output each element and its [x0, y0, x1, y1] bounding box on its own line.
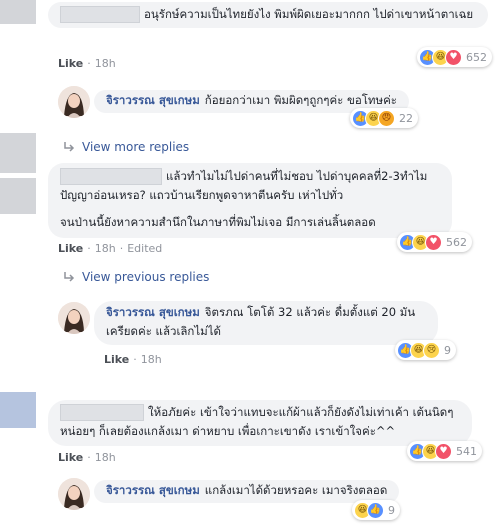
replier-avatar[interactable] [58, 478, 90, 510]
reply-arrow-icon [64, 272, 75, 282]
view-more-replies-link[interactable]: View more replies [62, 140, 189, 154]
replier-avatar[interactable] [58, 86, 90, 118]
commenter-avatar[interactable] [0, 0, 36, 24]
reply-text: ก้อยอกว่าเมา พิมผิดๆถูกๆค่ะ ขอโทษค่ะ [204, 93, 397, 107]
comment-meta: Like · 18h · Edited [58, 242, 163, 255]
comment-bubble: อนุรักษ์ความเป็นไทยยังไง พิมพ์ผิดเยอะมาก… [48, 2, 488, 28]
reaction-count: 9 [388, 503, 395, 517]
reaction-summary[interactable]: 👍 😆 ♥ 541 [407, 441, 482, 461]
comment-bubble: แล้วทำไมไม่ไปด่าคนที่ไม่ชอบ ไปด่าบุคคลที… [48, 163, 452, 238]
reaction-summary[interactable]: 👍 😆 😠 22 [350, 108, 418, 128]
replier-name[interactable]: จิราวรรณ สุขเกษม [106, 305, 200, 319]
timestamp[interactable]: 18h [95, 451, 116, 464]
replier-avatar[interactable] [58, 302, 90, 334]
redacted-name[interactable] [60, 404, 144, 421]
like-button[interactable]: Like [58, 57, 83, 70]
love-icon: ♥ [445, 48, 462, 66]
comment-meta: Like · 18h [58, 57, 116, 70]
reply-text: แกล้งเมาได้ด้วยหรอคะ เมาจริงตลอด [204, 483, 388, 497]
reply-meta: Like · 18h [104, 353, 162, 366]
commenter-avatar[interactable] [0, 133, 36, 173]
love-icon: ♥ [425, 233, 442, 251]
comment-text-continued: จนป่านนี้ยังหาความสำนึกในภาษาที่พิมไม่เจ… [60, 215, 376, 229]
comment-bubble: ให้อภัยค่ะ เข้าใจว่าแทบจะแก้ผ้าแล้วก็ยัง… [48, 400, 472, 446]
timestamp[interactable]: 18h [141, 353, 162, 366]
view-more-replies-label[interactable]: View more replies [82, 140, 189, 154]
reaction-summary[interactable]: 👍 😆 ♥ 652 [417, 47, 492, 67]
commenter-avatar[interactable] [0, 392, 36, 428]
like-button[interactable]: Like [58, 242, 83, 255]
reply-bubble: จิราวรรณ สุขเกษม แกล้งเมาได้ด้วยหรอคะ เมา… [94, 480, 400, 503]
reply-bubble: จิราวรรณ สุขเกษม จิตรภณ โตโต้ 32 แล้วค่ะ … [94, 301, 438, 345]
like-button[interactable]: Like [58, 451, 83, 464]
reaction-summary[interactable]: 👍 😆 ♥ 562 [397, 232, 472, 252]
reaction-summary[interactable]: 👍 😆 😢 9 [395, 340, 456, 360]
like-icon: 👍 [367, 501, 384, 519]
reaction-count: 9 [444, 343, 451, 357]
reply-arrow-icon [64, 142, 75, 152]
reaction-count: 541 [456, 444, 477, 458]
timestamp[interactable]: 18h [95, 242, 116, 255]
sad-icon: 😢 [423, 341, 440, 359]
view-previous-replies-link[interactable]: View previous replies [62, 270, 209, 284]
angry-icon: 😠 [378, 109, 395, 127]
timestamp[interactable]: 18h [95, 57, 116, 70]
comment-meta: Like · 18h [58, 451, 116, 464]
reaction-count: 652 [466, 50, 487, 64]
like-button[interactable]: Like [104, 353, 129, 366]
replier-name[interactable]: จิราวรรณ สุขเกษม [106, 93, 200, 107]
view-previous-replies-label[interactable]: View previous replies [82, 270, 209, 284]
redacted-name[interactable] [60, 168, 162, 185]
reaction-count: 562 [446, 235, 467, 249]
replier-name[interactable]: จิราวรรณ สุขเกษม [106, 483, 200, 497]
comment-text: อนุรักษ์ความเป็นไทยยังไง พิมพ์ผิดเยอะมาก… [144, 7, 474, 21]
reaction-summary[interactable]: 😆 👍 9 [352, 500, 400, 520]
redacted-name[interactable] [60, 6, 140, 23]
reaction-count: 22 [399, 111, 413, 125]
commenter-avatar[interactable] [0, 178, 36, 214]
edited-label[interactable]: Edited [127, 242, 162, 255]
love-icon: ♥ [435, 442, 452, 460]
